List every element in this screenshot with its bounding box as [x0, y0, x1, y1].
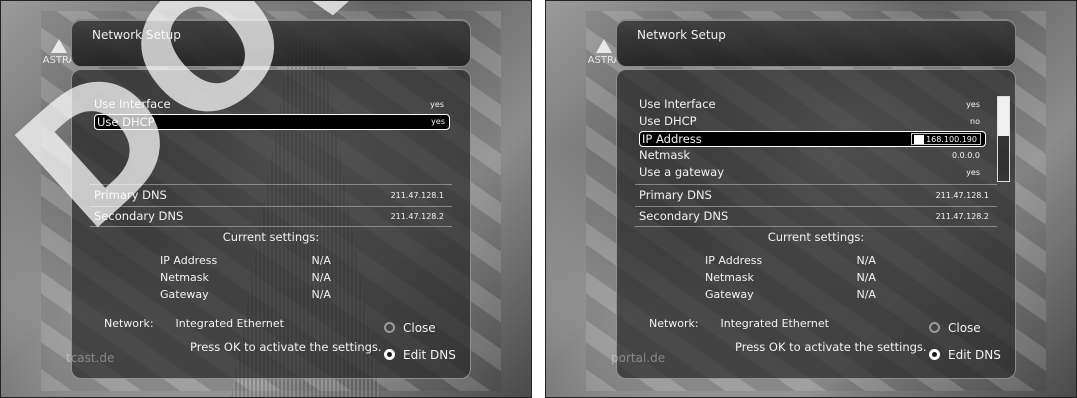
- scrollbar-thumb[interactable]: [998, 97, 1009, 137]
- edit-dns-button-label: Edit DNS: [948, 348, 1001, 362]
- network-info: Network: Integrated Ethernet: [649, 317, 829, 330]
- divider: [90, 226, 452, 227]
- current-ip-row: IP Address N/A: [160, 254, 331, 267]
- netmask-row[interactable]: Netmask 0.0.0.0: [639, 148, 984, 163]
- current-ip-value: N/A: [311, 254, 331, 267]
- close-button[interactable]: Close: [929, 320, 999, 336]
- title-bar: Network Setup: [71, 19, 471, 67]
- network-label: Network:: [104, 317, 154, 330]
- channel-watermark: tcast.de: [66, 351, 115, 365]
- secondary-dns-row[interactable]: Secondary DNS 211.47.128.2: [639, 209, 993, 224]
- use-interface-row[interactable]: Use Interface yes: [639, 97, 984, 112]
- divider: [90, 206, 452, 207]
- radio-icon: [929, 322, 940, 333]
- title-bar: Network Setup: [616, 19, 1016, 67]
- secondary-dns-row[interactable]: Secondary DNS 211.47.128.2: [94, 209, 448, 224]
- current-ip-label: IP Address: [705, 254, 763, 267]
- use-gateway-label: Use a gateway: [639, 165, 725, 179]
- use-gateway-value: yes: [966, 168, 980, 177]
- current-netmask-value: N/A: [856, 271, 876, 284]
- use-gateway-row[interactable]: Use a gateway yes: [639, 165, 984, 180]
- astra-triangle-icon: [596, 39, 612, 53]
- use-dhcp-label: Use DHCP: [97, 115, 155, 129]
- ip-address-label: IP Address: [642, 132, 702, 146]
- current-ip-value: N/A: [856, 254, 876, 267]
- secondary-dns-label: Secondary DNS: [94, 209, 184, 223]
- use-dhcp-value: yes: [431, 117, 445, 126]
- close-button-label: Close: [948, 321, 981, 335]
- press-ok-hint: Press OK to activate the settings.: [190, 340, 382, 354]
- radio-icon: [384, 322, 395, 333]
- tv-screen-left: ASTRA Network Setup Use Interface yes Us…: [0, 0, 532, 398]
- radio-selected-icon: [929, 349, 940, 360]
- network-value: Integrated Ethernet: [720, 317, 830, 330]
- page-title: Network Setup: [92, 28, 181, 42]
- current-netmask-row: Netmask N/A: [160, 271, 331, 284]
- divider: [90, 184, 452, 185]
- use-interface-value: yes: [966, 100, 980, 109]
- edit-dns-button-label: Edit DNS: [403, 348, 456, 362]
- netmask-label: Netmask: [639, 148, 691, 162]
- network-value: Integrated Ethernet: [175, 317, 285, 330]
- current-gateway-row: Gateway N/A: [705, 288, 876, 301]
- divider: [635, 226, 997, 227]
- close-button-label: Close: [403, 321, 436, 335]
- channel-watermark: portal.de: [611, 351, 666, 365]
- close-button[interactable]: Close: [384, 320, 454, 336]
- current-ip-label: IP Address: [160, 254, 218, 267]
- primary-dns-row[interactable]: Primary DNS 211.47.128.1: [94, 188, 448, 203]
- use-interface-label: Use Interface: [639, 97, 716, 111]
- secondary-dns-value: 211.47.128.2: [390, 212, 444, 221]
- radio-selected-icon: [384, 349, 395, 360]
- edit-dns-button[interactable]: Edit DNS: [929, 347, 1009, 363]
- ip-address-row[interactable]: IP Address 168.100.190: [639, 131, 986, 147]
- settings-scrollbar[interactable]: [997, 96, 1010, 182]
- divider: [635, 206, 997, 207]
- ip-address-value: 168.100.190: [926, 135, 977, 144]
- page-title: Network Setup: [637, 28, 726, 42]
- netmask-value: 0.0.0.0: [952, 151, 980, 160]
- astra-triangle-icon: [51, 39, 67, 53]
- current-netmask-row: Netmask N/A: [705, 271, 876, 284]
- press-ok-hint: Press OK to activate the settings.: [735, 340, 927, 354]
- use-interface-row[interactable]: Use Interface yes: [94, 97, 448, 112]
- primary-dns-label: Primary DNS: [639, 188, 712, 202]
- divider: [635, 184, 997, 185]
- network-info: Network: Integrated Ethernet: [104, 317, 284, 330]
- network-setup-panel: Use Interface yes Use DHCP yes Primary D…: [71, 69, 471, 379]
- current-settings-heading: Current settings:: [767, 230, 865, 244]
- current-netmask-label: Netmask: [160, 271, 209, 284]
- network-label: Network:: [649, 317, 699, 330]
- current-gateway-label: Gateway: [160, 288, 209, 301]
- use-dhcp-label: Use DHCP: [639, 114, 697, 128]
- input-cursor: [914, 135, 924, 144]
- edit-dns-button[interactable]: Edit DNS: [384, 347, 464, 363]
- tv-screen-right: ASTRA Network Setup Use Interface yes Us…: [545, 0, 1077, 398]
- primary-dns-row[interactable]: Primary DNS 211.47.128.1: [639, 188, 993, 203]
- use-dhcp-row[interactable]: Use DHCP no: [639, 114, 984, 129]
- primary-dns-label: Primary DNS: [94, 188, 167, 202]
- secondary-dns-label: Secondary DNS: [639, 209, 729, 223]
- current-gateway-value: N/A: [311, 288, 331, 301]
- current-settings-heading: Current settings:: [222, 230, 320, 244]
- primary-dns-value: 211.47.128.1: [390, 191, 444, 200]
- primary-dns-value: 211.47.128.1: [935, 191, 989, 200]
- current-netmask-value: N/A: [311, 271, 331, 284]
- network-setup-panel: Use Interface yes Use DHCP no IP Address…: [616, 69, 1016, 379]
- use-dhcp-row[interactable]: Use DHCP yes: [94, 114, 450, 130]
- current-netmask-label: Netmask: [705, 271, 754, 284]
- current-gateway-row: Gateway N/A: [160, 288, 331, 301]
- current-ip-row: IP Address N/A: [705, 254, 876, 267]
- use-interface-value: yes: [430, 100, 444, 109]
- use-dhcp-value: no: [970, 117, 980, 126]
- use-interface-label: Use Interface: [94, 97, 171, 111]
- current-gateway-value: N/A: [856, 288, 876, 301]
- current-gateway-label: Gateway: [705, 288, 754, 301]
- ip-address-input[interactable]: 168.100.190: [911, 133, 981, 145]
- secondary-dns-value: 211.47.128.2: [935, 212, 989, 221]
